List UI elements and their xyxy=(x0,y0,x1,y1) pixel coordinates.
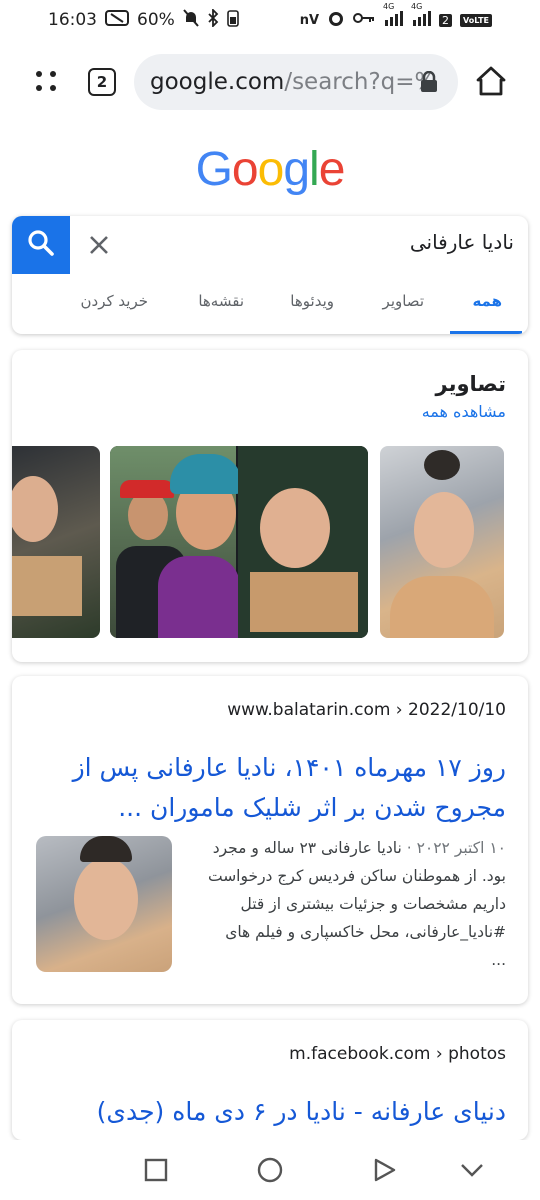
home-circle-icon[interactable] xyxy=(256,1156,284,1184)
active-tab-indicator xyxy=(450,331,522,334)
sim-badge: 2 xyxy=(439,13,453,27)
search-result[interactable]: www.balatarin.com › 2022/10/10 روز ۱۷ مه… xyxy=(12,676,528,1004)
url-host: google.com xyxy=(150,69,285,95)
result-snippet-text: نادیا عارفانی ۲۳ ساله و مجرد بود. از همو… xyxy=(207,839,506,969)
logo-letter: l xyxy=(309,143,320,196)
logo-letter: o xyxy=(257,143,285,196)
images-card: تصاویر مشاهده همه xyxy=(12,350,528,662)
google-logo: Google xyxy=(0,142,540,197)
address-bar[interactable]: google.com/search?q=% xyxy=(134,54,458,110)
tab-all[interactable]: همه xyxy=(472,292,502,310)
result-thumbnail[interactable] xyxy=(36,836,172,972)
search-query[interactable]: نادیا عارفانی xyxy=(410,230,514,254)
result-date: ۱۰ اکتبر ۲۰۲۲ · xyxy=(406,839,506,857)
image-thumbnail[interactable] xyxy=(110,446,368,638)
carrier-label: nV xyxy=(299,12,320,28)
status-bar: 16:03 60% nV 4G 4G 2 VoLTE xyxy=(0,0,540,40)
result-title-link[interactable]: دنیای عارفانه - نادیا در ۶ دی ماه (جدی) xyxy=(36,1092,506,1132)
image-thumbnail[interactable] xyxy=(12,446,100,638)
clock: 16:03 xyxy=(48,10,97,30)
logo-letter: G xyxy=(195,143,233,196)
search-button[interactable] xyxy=(12,216,70,274)
result-title-link[interactable]: روز ۱۷ مهرماه ۱۴۰۱، نادیا عارفانی پس از … xyxy=(36,748,506,828)
recents-square-icon[interactable] xyxy=(142,1156,170,1184)
network-type-2: 4G xyxy=(411,1,423,11)
logo-letter: g xyxy=(283,143,310,196)
tab-videos[interactable]: ویدئوها xyxy=(290,292,334,310)
mute-icon xyxy=(183,8,199,32)
signal-icon-1: 4G xyxy=(383,2,404,31)
signal-icon-2: 4G xyxy=(411,2,432,31)
url-path: /search?q=% xyxy=(284,69,437,95)
see-all-link[interactable]: مشاهده همه xyxy=(422,402,506,421)
result-snippet: ۱۰ اکتبر ۲۰۲۲ · نادیا عارفانی ۲۳ ساله و … xyxy=(206,834,506,974)
search-result[interactable]: m.facebook.com › photos دنیای عارفانه - … xyxy=(12,1020,528,1140)
system-nav-bar xyxy=(0,1140,540,1200)
chevron-down-icon[interactable] xyxy=(458,1156,486,1184)
battery-icon xyxy=(226,9,239,32)
logo-letter: o xyxy=(231,143,259,196)
volte-badge: VoLTE xyxy=(460,13,492,27)
result-source[interactable]: m.facebook.com › photos xyxy=(289,1044,506,1064)
images-section-title: تصاویر xyxy=(435,372,506,396)
alarm-icon xyxy=(327,9,345,32)
home-icon[interactable] xyxy=(474,64,508,98)
clear-icon[interactable] xyxy=(84,230,114,260)
back-triangle-icon[interactable] xyxy=(370,1156,398,1184)
screen-record-icon xyxy=(105,9,129,31)
tab-switcher-button[interactable]: 2 xyxy=(88,68,116,96)
tab-images[interactable]: تصاویر xyxy=(383,292,424,310)
image-thumbnail[interactable] xyxy=(380,446,504,638)
search-tabs: همه تصاویر ویدئوها نقشه‌ها خرید کردن xyxy=(12,274,528,334)
menu-icon[interactable] xyxy=(34,69,60,95)
bluetooth-icon xyxy=(207,7,219,32)
search-box: نادیا عارفانی همه تصاویر ویدئوها نقشه‌ها… xyxy=(12,216,528,334)
network-type-1: 4G xyxy=(383,1,395,11)
result-source[interactable]: www.balatarin.com › 2022/10/10 xyxy=(227,700,506,720)
key-icon xyxy=(353,10,375,30)
tab-shopping[interactable]: خرید کردن xyxy=(81,292,148,310)
battery-percent: 60% xyxy=(137,10,175,30)
lock-icon[interactable] xyxy=(420,70,438,93)
tab-maps[interactable]: نقشه‌ها xyxy=(198,292,244,310)
browser-toolbar: 2 google.com/search?q=% xyxy=(0,50,540,112)
logo-letter: e xyxy=(318,143,346,196)
search-icon xyxy=(27,229,55,261)
